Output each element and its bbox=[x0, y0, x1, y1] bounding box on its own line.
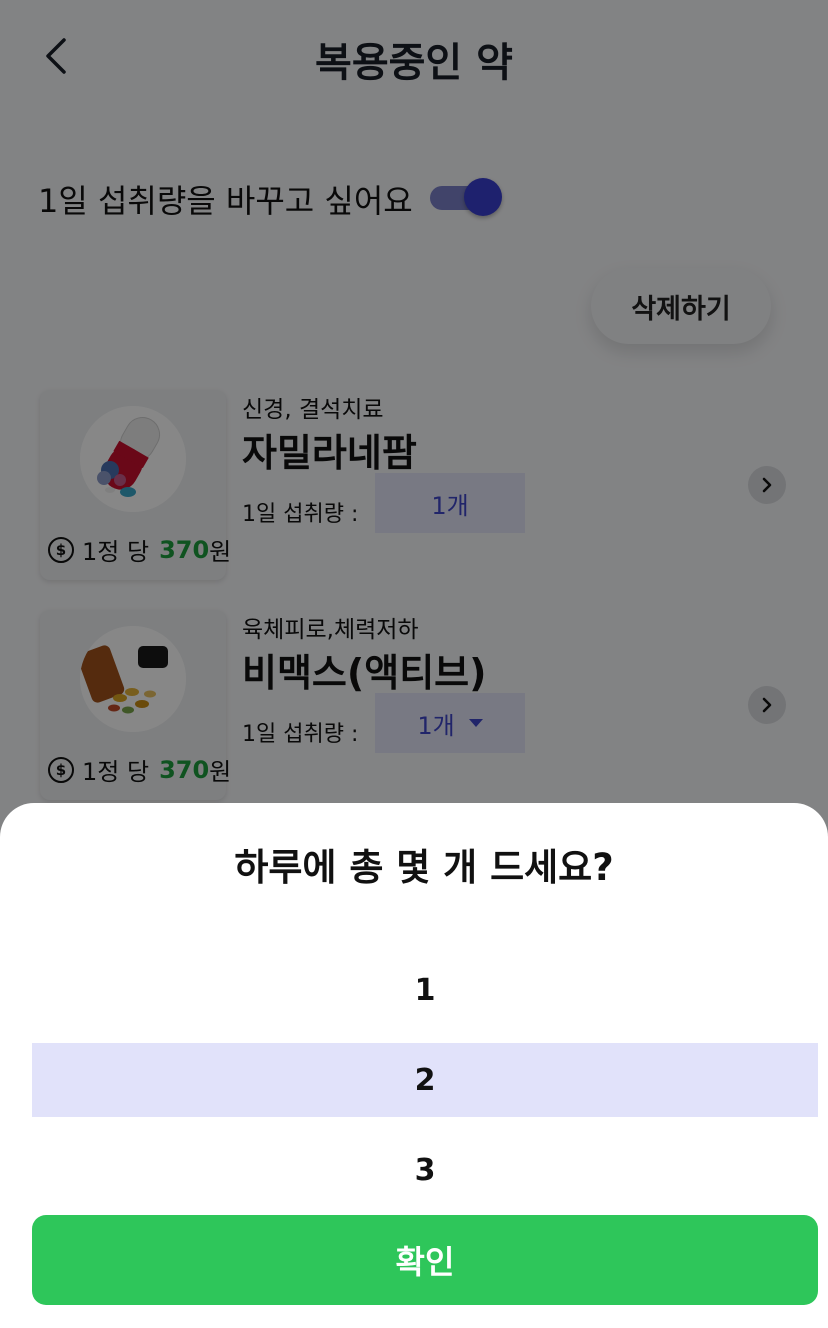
dose-option[interactable]: 1 bbox=[32, 953, 818, 1027]
dose-option[interactable]: 3 bbox=[32, 1133, 818, 1207]
sheet-title: 하루에 총 몇 개 드세요? bbox=[234, 846, 614, 889]
dose-picker-sheet: 하루에 총 몇 개 드세요? 1 2 3 확인 bbox=[0, 803, 828, 1328]
dose-option-selected[interactable]: 2 bbox=[32, 1043, 818, 1117]
confirm-button[interactable]: 확인 bbox=[32, 1215, 818, 1305]
